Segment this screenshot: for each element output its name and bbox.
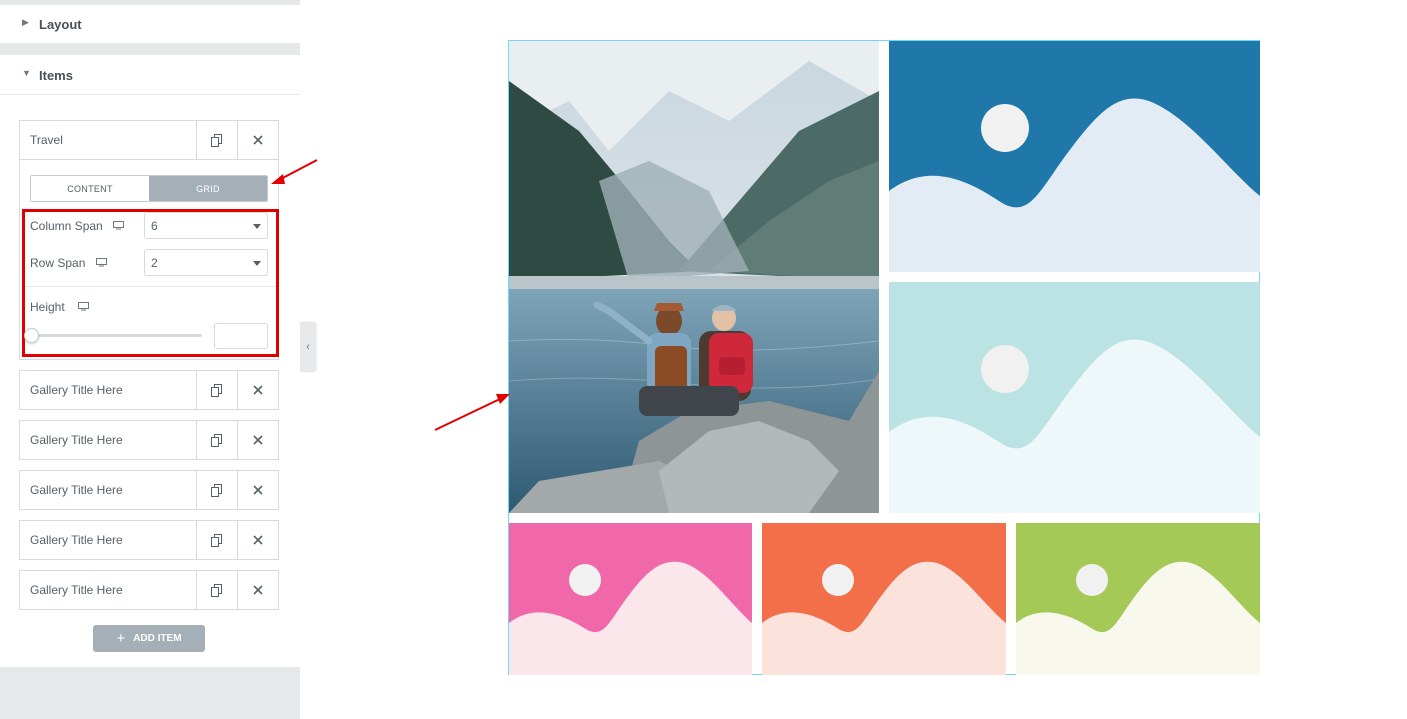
- section-items[interactable]: ▼ Items: [0, 55, 300, 95]
- add-item-button[interactable]: + ADD ITEM: [93, 625, 205, 652]
- image-placeholder-icon: [762, 523, 1006, 675]
- repeater-item[interactable]: Gallery Title Here: [19, 470, 279, 510]
- copy-icon: [211, 133, 222, 147]
- height-label: Height: [30, 300, 65, 314]
- close-icon: [253, 385, 263, 395]
- tab-grid[interactable]: GRID: [149, 176, 267, 201]
- copy-icon: [211, 383, 222, 397]
- close-icon: [253, 535, 263, 545]
- close-icon: [253, 135, 263, 145]
- copy-icon: [211, 533, 222, 547]
- tab-content[interactable]: CONTENT: [31, 176, 149, 201]
- add-item-label: ADD ITEM: [133, 633, 182, 644]
- repeater-item-title: Gallery Title Here: [30, 583, 123, 597]
- repeater-item[interactable]: Gallery Title Here: [19, 370, 279, 410]
- remove-button[interactable]: [237, 521, 278, 559]
- section-items-title: Items: [39, 68, 73, 83]
- gallery-item-placeholder[interactable]: [762, 523, 1006, 675]
- height-input[interactable]: [214, 323, 268, 349]
- duplicate-button[interactable]: [196, 471, 237, 509]
- row-span-select[interactable]: 2: [144, 249, 268, 276]
- close-icon: [253, 485, 263, 495]
- section-layout[interactable]: ▶ Layout: [0, 5, 300, 44]
- repeater-item-title: Gallery Title Here: [30, 533, 123, 547]
- height-slider-track[interactable]: [32, 334, 202, 337]
- caret-down-icon: ▼: [22, 68, 31, 78]
- gallery-item-placeholder[interactable]: [889, 41, 1260, 272]
- gallery-item-placeholder[interactable]: [1016, 523, 1260, 675]
- column-span-value: 6: [151, 219, 158, 233]
- collapse-panel-button[interactable]: ‹: [300, 322, 316, 372]
- remove-button[interactable]: [237, 121, 278, 159]
- duplicate-button[interactable]: [196, 371, 237, 409]
- column-span-select[interactable]: 6: [144, 212, 268, 239]
- remove-button[interactable]: [237, 421, 278, 459]
- gallery-item-placeholder[interactable]: [509, 523, 752, 675]
- plus-icon: +: [116, 630, 126, 647]
- duplicate-button[interactable]: [196, 521, 237, 559]
- repeater-item-title: Travel: [30, 133, 63, 147]
- chevron-down-icon: [253, 261, 261, 266]
- image-placeholder-icon: [1016, 523, 1260, 675]
- divider: [25, 286, 276, 287]
- repeater-item-title: Gallery Title Here: [30, 433, 123, 447]
- height-slider-handle[interactable]: [24, 328, 39, 343]
- caret-right-icon: ▶: [22, 17, 29, 27]
- image-placeholder-icon: [889, 41, 1260, 272]
- chevron-down-icon: [253, 224, 261, 229]
- column-span-label: Column Span: [30, 219, 103, 233]
- tab-switch: CONTENT GRID: [30, 175, 268, 202]
- desktop-icon: [78, 302, 89, 311]
- image-placeholder-icon: [509, 523, 752, 675]
- duplicate-button[interactable]: [196, 421, 237, 459]
- travel-photo: [509, 41, 879, 513]
- repeater-item[interactable]: Gallery Title Here: [19, 570, 279, 610]
- repeater-item[interactable]: Gallery Title Here: [19, 420, 279, 460]
- chevron-left-icon: ‹: [306, 341, 310, 353]
- annotation-arrow: [434, 394, 510, 431]
- desktop-icon: [96, 258, 107, 267]
- remove-button[interactable]: [237, 371, 278, 409]
- repeater-item[interactable]: Gallery Title Here: [19, 520, 279, 560]
- duplicate-button[interactable]: [196, 121, 237, 159]
- gallery-item-travel-photo[interactable]: [509, 41, 879, 513]
- copy-icon: [211, 583, 222, 597]
- section-layout-title: Layout: [39, 17, 82, 32]
- close-icon: [253, 585, 263, 595]
- gallery-item-placeholder[interactable]: [889, 282, 1260, 513]
- image-placeholder-icon: [889, 282, 1260, 513]
- row-span-value: 2: [151, 256, 158, 270]
- repeater-item-travel[interactable]: Travel: [19, 120, 279, 160]
- copy-icon: [211, 483, 222, 497]
- copy-icon: [211, 433, 222, 447]
- repeater-item-title: Gallery Title Here: [30, 383, 123, 397]
- repeater-item-title: Gallery Title Here: [30, 483, 123, 497]
- gallery-preview: [508, 40, 1260, 675]
- duplicate-button[interactable]: [196, 571, 237, 609]
- remove-button[interactable]: [237, 571, 278, 609]
- remove-button[interactable]: [237, 471, 278, 509]
- close-icon: [253, 435, 263, 445]
- desktop-icon: [113, 221, 124, 230]
- editor-panel: ▶ Layout ▼ Items Travel CONTENT GRID Col…: [0, 0, 300, 719]
- row-span-label: Row Span: [30, 256, 86, 270]
